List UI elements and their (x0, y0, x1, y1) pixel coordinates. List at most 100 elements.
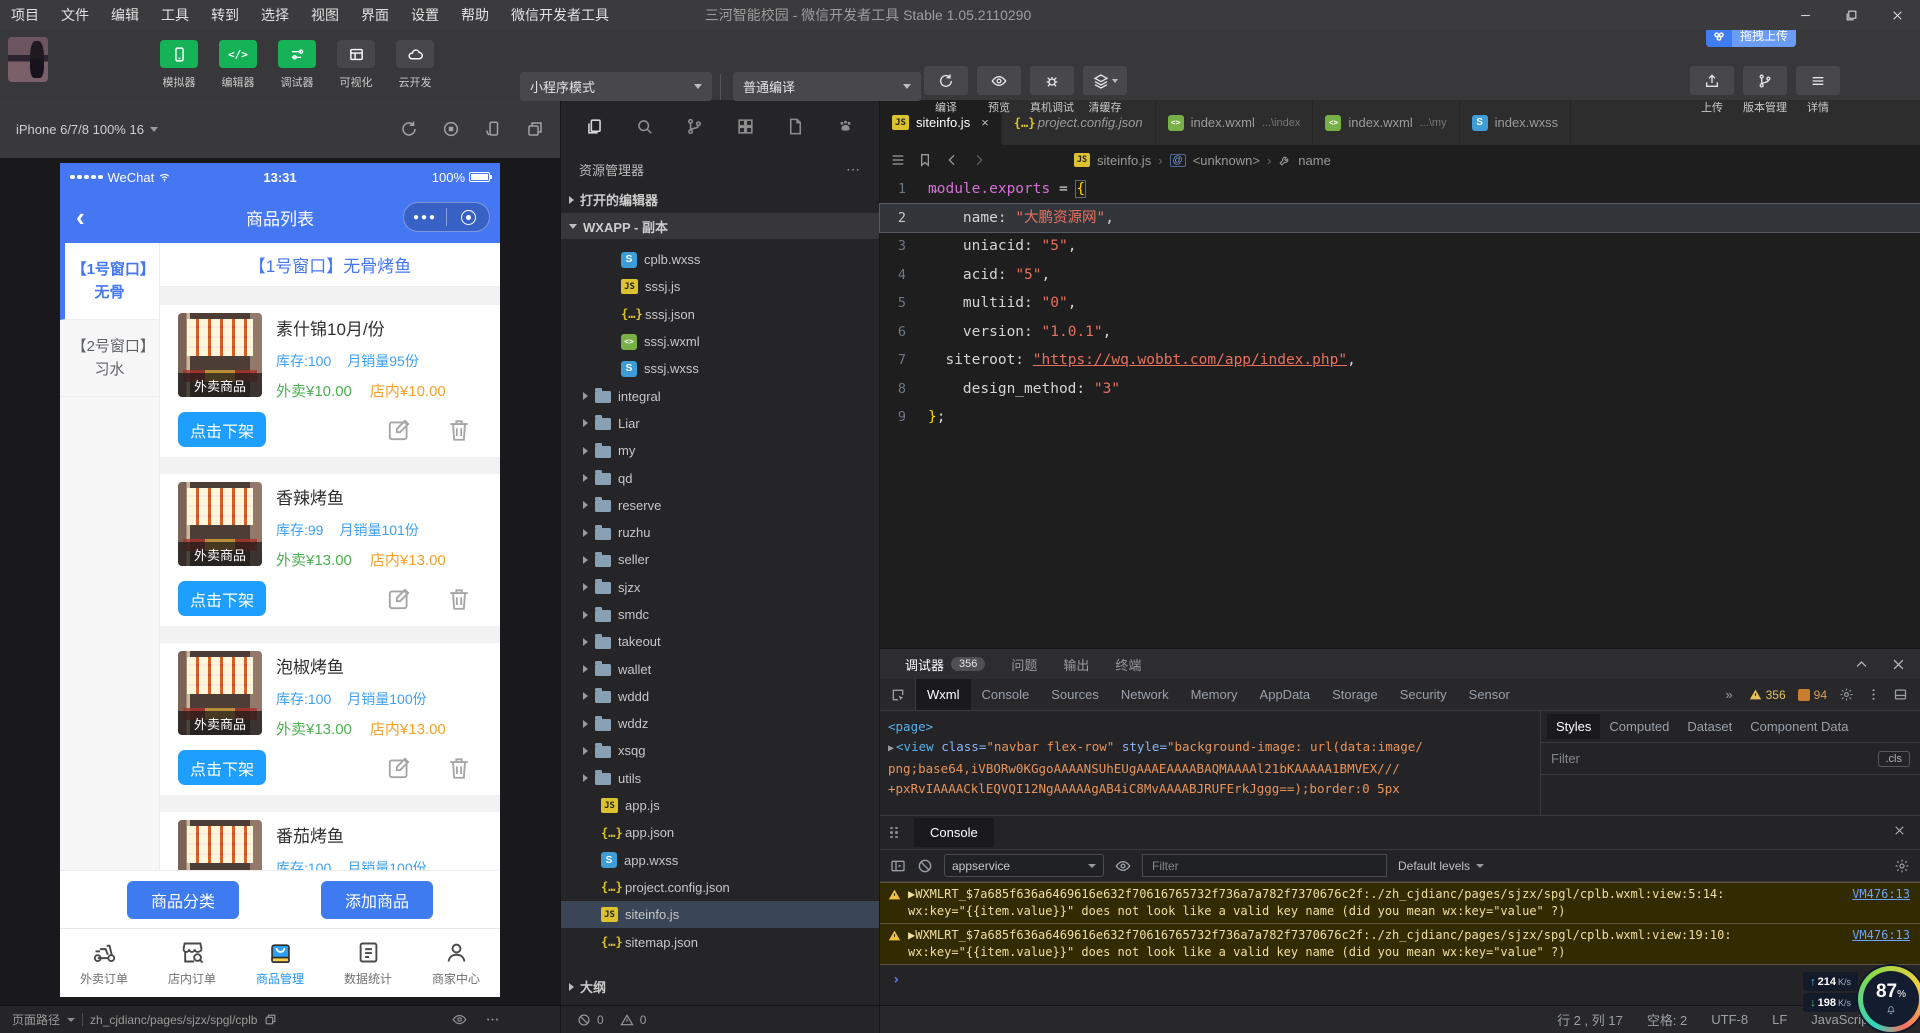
devtools-tab-Memory[interactable]: Memory (1180, 679, 1249, 710)
console-warning[interactable]: ▶WXMLRT_$7a685f636a6469616e632f706167657… (880, 924, 1920, 965)
styles-filter-input[interactable]: Filter (1551, 751, 1580, 766)
branch-icon[interactable] (685, 117, 704, 136)
devtools-tab-Console[interactable]: Console (971, 679, 1041, 710)
trash-icon[interactable] (446, 755, 472, 781)
code-line-2[interactable]: 2 name: "大鹏资源网", (880, 204, 1920, 233)
category-item[interactable]: 【2号窗口】习水 (60, 320, 159, 397)
file-qd[interactable]: qd (561, 464, 879, 491)
status-item[interactable]: 空格: 2 (1647, 1010, 1687, 1029)
styles-tab-Computed[interactable]: Computed (1600, 714, 1678, 739)
bookmark-icon[interactable] (917, 152, 933, 168)
project-section[interactable]: WXAPP - 副本 (561, 213, 879, 239)
debugger-tab-问题[interactable]: 问题 (1011, 655, 1037, 674)
drag-handle-icon[interactable] (890, 827, 898, 839)
trash-icon[interactable] (446, 417, 472, 443)
dock-icon[interactable] (1893, 687, 1908, 702)
source-link[interactable]: VM476:13 (1852, 927, 1910, 944)
source-link[interactable]: VM476:13 (1852, 886, 1910, 903)
avatar[interactable] (8, 37, 48, 82)
code-editor[interactable]: 1⌄module.exports = {2 name: "大鹏资源网",3 un… (880, 175, 1920, 648)
refresh-icon[interactable] (400, 120, 418, 138)
file-siteinfo.js[interactable]: JSsiteinfo.js (561, 901, 879, 928)
breadcrumb-node[interactable]: <unknown> (1193, 153, 1260, 168)
action-bug-button[interactable]: 真机调试 (1028, 66, 1076, 115)
wxml-tree[interactable]: <page>▶<view class="navbar flex-row" sty… (880, 711, 1540, 815)
file-sssj.json[interactable]: {…}sssj.json (561, 301, 879, 328)
menu-item[interactable]: 工具 (150, 0, 200, 30)
tab-scooter[interactable]: 外卖订单 (60, 929, 148, 997)
menu-item[interactable]: 界面 (350, 0, 400, 30)
editor-tab-index.wxss[interactable]: Sindex.wxss (1460, 100, 1572, 145)
file-app.json[interactable]: {…}app.json (561, 819, 879, 846)
toolbar-branch-button[interactable]: 版本管理 (1741, 66, 1789, 115)
toolbar-code-button[interactable]: </>编辑器 (214, 40, 262, 90)
menu-item[interactable]: 视图 (300, 0, 350, 30)
file-smdc[interactable]: smdc (561, 601, 879, 628)
exit-target-icon[interactable] (447, 210, 489, 225)
toolbar-cloud-button[interactable]: 云开发 (391, 40, 439, 90)
explorer-more-icon[interactable]: ⋯ (846, 161, 861, 178)
live-expression-icon[interactable] (1115, 858, 1131, 874)
tab-shop[interactable]: 店内订单 (148, 929, 236, 997)
status-item[interactable]: UTF-8 (1711, 1012, 1748, 1027)
log-levels-select[interactable]: Default levels (1398, 859, 1484, 873)
file-seller[interactable]: seller (561, 546, 879, 573)
file-takeout[interactable]: takeout (561, 628, 879, 655)
cls-button[interactable]: .cls (1878, 751, 1911, 767)
file-sssj.wxss[interactable]: Ssssj.wxss (561, 355, 879, 382)
menu-item[interactable]: 项目 (0, 0, 50, 30)
code-line-8[interactable]: 8 design_method: "3" (880, 375, 1920, 404)
menu-item[interactable]: 转到 (200, 0, 250, 30)
console-tab[interactable]: Console (914, 818, 994, 847)
multi-window-icon[interactable] (526, 120, 544, 138)
devtools-tab-Sources[interactable]: Sources (1040, 679, 1110, 710)
action-eye-button[interactable]: 预览 (975, 66, 1023, 115)
devtools-tab-Network[interactable]: Network (1110, 679, 1180, 710)
edit-icon[interactable] (386, 755, 412, 781)
code-line-6[interactable]: 6 version: "1.0.1", (880, 318, 1920, 347)
file-project.config.json[interactable]: {…}project.config.json (561, 874, 879, 901)
performance-gauge[interactable]: 87% (1858, 966, 1920, 1032)
debugger-tab-终端[interactable]: 终端 (1115, 655, 1141, 674)
take-down-button[interactable]: 点击下架 (178, 750, 266, 785)
eye-toggle-icon[interactable] (452, 1012, 467, 1027)
file-wddz[interactable]: wddz (561, 710, 879, 737)
file-Liar[interactable]: Liar (561, 410, 879, 437)
status-item[interactable]: 行 2 , 列 17 (1557, 1010, 1623, 1029)
breadcrumb-file[interactable]: siteinfo.js (1097, 153, 1151, 168)
fold-arrow-icon[interactable]: ⌄ (932, 175, 939, 204)
errors-icon[interactable] (577, 1013, 591, 1027)
close-tab-icon[interactable]: × (981, 115, 989, 130)
code-line-7[interactable]: 7 siteroot: "https://wq.wobbt.com/app/in… (880, 346, 1920, 375)
close-panel-icon[interactable] (1891, 657, 1906, 672)
copy-path-icon[interactable] (264, 1013, 277, 1026)
close-console-icon[interactable] (1893, 824, 1906, 837)
tab-bag[interactable]: 商品管理 (236, 929, 324, 997)
toolbar-phone-button[interactable]: 模拟器 (155, 40, 203, 90)
console-settings-icon[interactable] (1894, 858, 1910, 874)
console-warning[interactable]: ▶WXMLRT_$7a685f636a6469616e632f706167657… (880, 882, 1920, 924)
paw-icon[interactable] (836, 117, 855, 136)
tab-stats[interactable]: 数据统计 (324, 929, 412, 997)
devtools-tab-Sensor[interactable]: Sensor (1458, 679, 1521, 710)
action-refresh-button[interactable]: 编译 (922, 66, 970, 115)
grid-icon[interactable] (736, 117, 755, 136)
debugger-tab-输出[interactable]: 输出 (1063, 655, 1089, 674)
file-cplb.wxss[interactable]: Scplb.wxss (561, 246, 879, 273)
path-label[interactable]: 页面路径 (12, 1011, 60, 1028)
search-icon[interactable] (635, 117, 654, 136)
menu-item[interactable]: 设置 (400, 0, 450, 30)
toolbar-layout-button[interactable]: 可视化 (332, 40, 380, 90)
code-line-5[interactable]: 5 multiid: "0", (880, 289, 1920, 318)
styles-tab-Styles[interactable]: Styles (1547, 714, 1600, 739)
inspect-element-icon[interactable] (890, 687, 906, 703)
close-button[interactable] (1874, 0, 1920, 30)
stop-icon[interactable] (442, 120, 460, 138)
take-down-button[interactable]: 点击下架 (178, 412, 266, 447)
menu-item[interactable]: 微信开发者工具 (500, 0, 620, 30)
devtools-tab-Wxml[interactable]: Wxml (916, 679, 971, 710)
menu-item[interactable]: 帮助 (450, 0, 500, 30)
mode-select[interactable]: 小程序模式 (520, 72, 712, 101)
kebab-icon[interactable] (1866, 687, 1881, 702)
rotate-device-icon[interactable] (484, 120, 502, 138)
